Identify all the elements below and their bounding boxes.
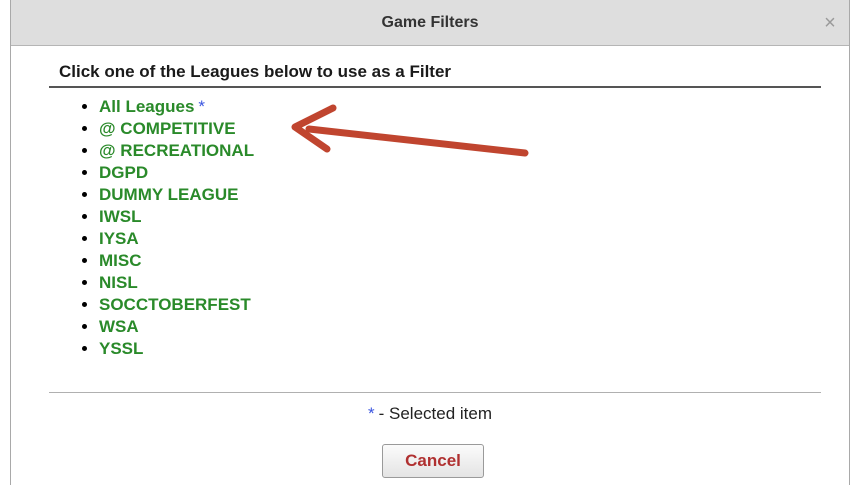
league-list: All Leagues* @ COMPETITIVE @ RECREATIONA… (81, 96, 254, 360)
list-item: DUMMY LEAGUE (99, 184, 254, 206)
league-link-competitive[interactable]: @ COMPETITIVE (99, 119, 236, 138)
dialog-titlebar: Game Filters × (11, 0, 849, 46)
league-link-yssl[interactable]: YSSL (99, 339, 143, 358)
league-link-dummy-league[interactable]: DUMMY LEAGUE (99, 185, 238, 204)
list-item: MISC (99, 250, 254, 272)
legend-text: - Selected item (378, 404, 492, 423)
list-item: YSSL (99, 338, 254, 360)
league-link-dgpd[interactable]: DGPD (99, 163, 148, 182)
footer-divider (49, 392, 821, 393)
legend-marker: * (367, 404, 375, 423)
league-link-all-leagues[interactable]: All Leagues (99, 97, 194, 116)
list-item: DGPD (99, 162, 254, 184)
league-link-recreational[interactable]: @ RECREATIONAL (99, 141, 254, 160)
list-item: NISL (99, 272, 254, 294)
list-item: IWSL (99, 206, 254, 228)
dialog-title: Game Filters (381, 14, 479, 31)
game-filters-dialog: Game Filters × Click one of the Leagues … (10, 0, 850, 485)
list-item: WSA (99, 316, 254, 338)
header-divider (49, 86, 821, 88)
list-item: @ RECREATIONAL (99, 140, 254, 162)
league-link-wsa[interactable]: WSA (99, 317, 139, 336)
list-item: All Leagues* (99, 96, 254, 118)
selected-item-legend: * - Selected item (11, 404, 849, 424)
selected-marker: * (198, 97, 206, 116)
league-link-socctoberfest[interactable]: SOCCTOBERFEST (99, 295, 251, 314)
league-link-iysa[interactable]: IYSA (99, 229, 139, 248)
cancel-button[interactable]: Cancel (382, 444, 484, 478)
arrow-pointing-left-icon (291, 104, 529, 157)
list-item: IYSA (99, 228, 254, 250)
close-icon[interactable]: × (819, 12, 841, 34)
list-item: @ COMPETITIVE (99, 118, 254, 140)
list-item: SOCCTOBERFEST (99, 294, 254, 316)
instruction-text: Click one of the Leagues below to use as… (59, 62, 452, 81)
league-link-iwsl[interactable]: IWSL (99, 207, 142, 226)
league-link-misc[interactable]: MISC (99, 251, 142, 270)
league-link-nisl[interactable]: NISL (99, 273, 138, 292)
